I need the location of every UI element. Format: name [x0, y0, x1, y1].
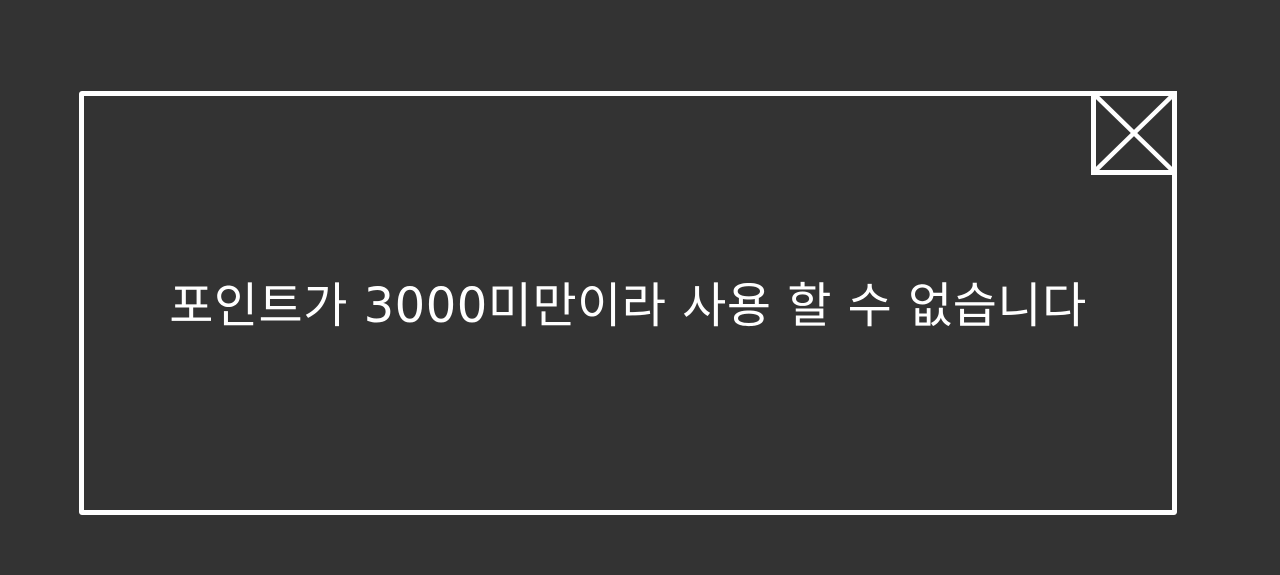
alert-dialog: 포인트가 3000미만이라 사용 할 수 없습니다 [79, 91, 1177, 515]
close-icon [1091, 91, 1177, 175]
screen-background: 포인트가 3000미만이라 사용 할 수 없습니다 [0, 0, 1280, 575]
close-button[interactable] [1091, 91, 1177, 175]
alert-message: 포인트가 3000미만이라 사용 할 수 없습니다 [169, 278, 1087, 334]
